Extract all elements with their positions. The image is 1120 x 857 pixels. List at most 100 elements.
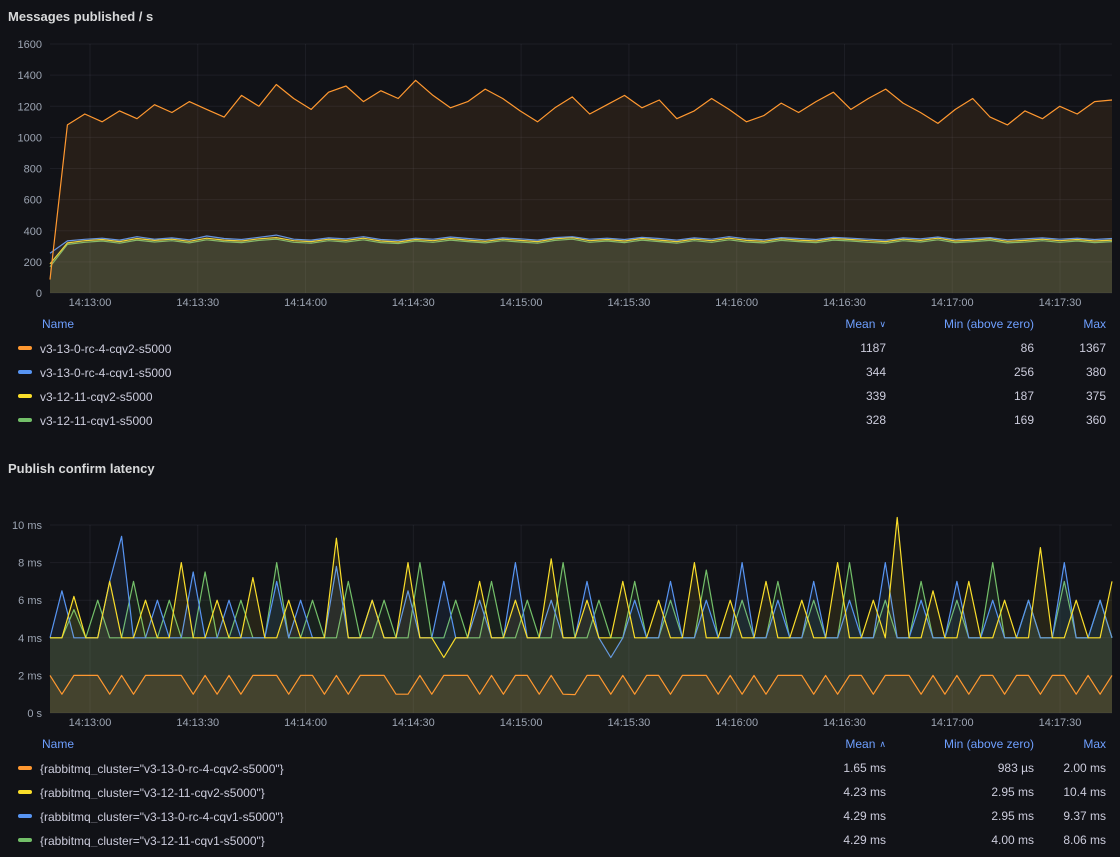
svg-text:10 ms: 10 ms bbox=[12, 520, 42, 532]
legend-value-min: 983 µs bbox=[886, 761, 1034, 775]
legend-value-mean: 4.29 ms bbox=[776, 809, 886, 823]
svg-text:2 ms: 2 ms bbox=[18, 670, 42, 682]
svg-text:14:13:00: 14:13:00 bbox=[69, 717, 112, 729]
legend-value-max: 2.00 ms bbox=[1034, 761, 1106, 775]
series-color-swatch bbox=[18, 346, 32, 350]
panel-messages-published: Messages published / s 0 200 400 600 800 1000… bbox=[0, 0, 1120, 432]
svg-text:14:15:00: 14:15:00 bbox=[500, 297, 543, 309]
legend-value-mean: 344 bbox=[776, 365, 886, 379]
legend-value-min: 187 bbox=[886, 389, 1034, 403]
series-label: v3-12-11-cqv1-s5000 bbox=[40, 413, 153, 427]
svg-text:14:14:30: 14:14:30 bbox=[392, 297, 435, 309]
sort-caret-icon: ∨ bbox=[879, 319, 886, 330]
series-label: v3-13-0-rc-4-cqv2-s5000 bbox=[40, 341, 171, 355]
legend-value-mean: 1.65 ms bbox=[776, 761, 886, 775]
svg-text:1200: 1200 bbox=[18, 101, 42, 113]
svg-text:14:17:30: 14:17:30 bbox=[1039, 297, 1082, 309]
panel-title[interactable]: Messages published / s bbox=[0, 6, 1120, 28]
legend-table: Name Mean ∨ Min (above zero) Max v3-13-0-… bbox=[0, 312, 1120, 432]
legend-header-max[interactable]: Max bbox=[1034, 737, 1106, 751]
svg-text:14:14:00: 14:14:00 bbox=[284, 297, 327, 309]
series-label: {rabbitmq_cluster="v3-12-11-cqv1-s5000"} bbox=[40, 833, 265, 847]
legend-series-name[interactable]: v3-12-11-cqv1-s5000 bbox=[18, 413, 776, 428]
legend-value-mean: 4.23 ms bbox=[776, 785, 886, 799]
legend-series-name[interactable]: v3-12-11-cqv2-s5000 bbox=[18, 389, 776, 404]
svg-text:14:15:30: 14:15:30 bbox=[607, 717, 650, 729]
svg-text:8 ms: 8 ms bbox=[18, 558, 42, 570]
legend-value-min: 2.95 ms bbox=[886, 785, 1034, 799]
sort-caret-icon: ∧ bbox=[879, 739, 886, 750]
legend-series-name[interactable]: v3-13-0-rc-4-cqv1-s5000 bbox=[18, 365, 776, 380]
legend-header-name[interactable]: Name bbox=[18, 317, 776, 331]
svg-text:200: 200 bbox=[24, 257, 42, 269]
grafana-dashboard: Messages published / s 0 200 400 600 800 1000… bbox=[0, 0, 1120, 852]
legend-row: {rabbitmq_cluster="v3-13-0-rc-4-cqv1-s50… bbox=[0, 804, 1120, 828]
legend-value-mean: 339 bbox=[776, 389, 886, 403]
svg-text:14:13:00: 14:13:00 bbox=[69, 297, 112, 309]
panel-title[interactable]: Publish confirm latency bbox=[0, 458, 1120, 480]
svg-text:1400: 1400 bbox=[18, 70, 42, 82]
legend-row: {rabbitmq_cluster="v3-13-0-rc-4-cqv2-s50… bbox=[0, 756, 1120, 780]
publish-confirm-latency-chart[interactable]: 0 s2 ms4 ms6 ms8 ms10 ms14:13:0014:13:30… bbox=[0, 480, 1120, 732]
legend-value-min: 4.00 ms bbox=[886, 833, 1034, 847]
legend-row: v3-12-11-cqv2-s5000 339187375 bbox=[0, 384, 1120, 408]
series-color-swatch bbox=[18, 370, 32, 374]
legend-value-mean: 1187 bbox=[776, 341, 886, 355]
svg-text:800: 800 bbox=[24, 164, 42, 176]
legend-header: Name Mean ∨ Min (above zero) Max bbox=[0, 312, 1120, 336]
legend-value-max: 1367 bbox=[1034, 341, 1106, 355]
series-color-swatch bbox=[18, 418, 32, 422]
legend-value-min: 2.95 ms bbox=[886, 809, 1034, 823]
svg-text:14:14:00: 14:14:00 bbox=[284, 717, 327, 729]
legend-header-mean[interactable]: Mean ∧ bbox=[776, 737, 886, 751]
svg-text:0 s: 0 s bbox=[27, 708, 42, 720]
messages-published-chart[interactable]: 0 200 400 600 800 1000 1200 1400 1600 14:13:00 14:… bbox=[0, 28, 1120, 312]
legend-value-min: 256 bbox=[886, 365, 1034, 379]
legend-row: {rabbitmq_cluster="v3-12-11-cqv1-s5000"}… bbox=[0, 828, 1120, 852]
series-label: v3-13-0-rc-4-cqv1-s5000 bbox=[40, 365, 171, 379]
svg-text:0: 0 bbox=[36, 288, 42, 300]
legend-row: {rabbitmq_cluster="v3-12-11-cqv2-s5000"}… bbox=[0, 780, 1120, 804]
legend-value-max: 10.4 ms bbox=[1034, 785, 1106, 799]
legend-table: Name Mean ∧ Min (above zero) Max {rabbitm… bbox=[0, 732, 1120, 852]
svg-text:14:14:30: 14:14:30 bbox=[392, 717, 435, 729]
svg-text:4 ms: 4 ms bbox=[18, 633, 42, 645]
svg-text:14:15:30: 14:15:30 bbox=[607, 297, 650, 309]
series-label: {rabbitmq_cluster="v3-13-0-rc-4-cqv2-s50… bbox=[40, 761, 284, 775]
legend-value-mean: 4.29 ms bbox=[776, 833, 886, 847]
series-label: {rabbitmq_cluster="v3-12-11-cqv2-s5000"} bbox=[40, 785, 265, 799]
legend-value-min: 86 bbox=[886, 341, 1034, 355]
series-color-swatch bbox=[18, 766, 32, 770]
legend-header-min[interactable]: Min (above zero) bbox=[886, 737, 1034, 751]
svg-text:14:16:30: 14:16:30 bbox=[823, 297, 866, 309]
svg-text:400: 400 bbox=[24, 226, 42, 238]
svg-text:600: 600 bbox=[24, 195, 42, 207]
legend-header-min[interactable]: Min (above zero) bbox=[886, 317, 1034, 331]
series-color-swatch bbox=[18, 394, 32, 398]
legend-series-name[interactable]: {rabbitmq_cluster="v3-12-11-cqv1-s5000"} bbox=[18, 833, 776, 848]
series-label: v3-12-11-cqv2-s5000 bbox=[40, 389, 153, 403]
legend-series-name[interactable]: v3-13-0-rc-4-cqv2-s5000 bbox=[18, 341, 776, 356]
legend-value-max: 380 bbox=[1034, 365, 1106, 379]
legend-header-mean-label: Mean bbox=[845, 317, 875, 331]
svg-text:14:13:30: 14:13:30 bbox=[176, 717, 219, 729]
legend-series-name[interactable]: {rabbitmq_cluster="v3-12-11-cqv2-s5000"} bbox=[18, 785, 776, 800]
legend-value-min: 169 bbox=[886, 413, 1034, 427]
legend-header-mean-label: Mean bbox=[845, 737, 875, 751]
svg-text:14:13:30: 14:13:30 bbox=[176, 297, 219, 309]
svg-text:1600: 1600 bbox=[18, 39, 42, 51]
legend-header-mean[interactable]: Mean ∨ bbox=[776, 317, 886, 331]
svg-text:1000: 1000 bbox=[18, 132, 42, 144]
legend-row: v3-12-11-cqv1-s5000328169360 bbox=[0, 408, 1120, 432]
legend-header-max[interactable]: Max bbox=[1034, 317, 1106, 331]
series-color-swatch bbox=[18, 838, 32, 842]
legend-row: v3-13-0-rc-4-cqv2-s5000 1187861367 bbox=[0, 336, 1120, 360]
svg-text:14:15:00: 14:15:00 bbox=[500, 717, 543, 729]
legend-value-max: 375 bbox=[1034, 389, 1106, 403]
legend-series-name[interactable]: {rabbitmq_cluster="v3-13-0-rc-4-cqv2-s50… bbox=[18, 761, 776, 776]
legend-header-name[interactable]: Name bbox=[18, 737, 776, 751]
legend-value-max: 360 bbox=[1034, 413, 1106, 427]
svg-text:14:17:00: 14:17:00 bbox=[931, 297, 974, 309]
legend-header: Name Mean ∧ Min (above zero) Max bbox=[0, 732, 1120, 756]
legend-series-name[interactable]: {rabbitmq_cluster="v3-13-0-rc-4-cqv1-s50… bbox=[18, 809, 776, 824]
